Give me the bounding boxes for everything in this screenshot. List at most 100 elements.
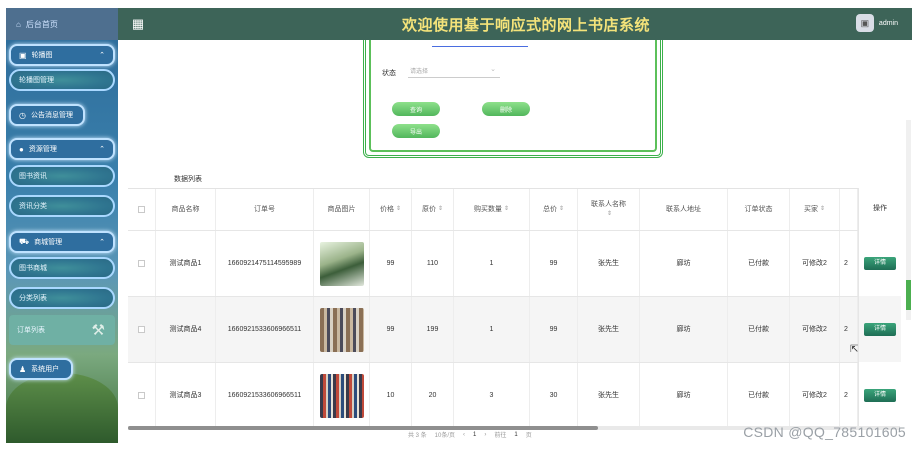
quantity: 1 xyxy=(454,297,530,362)
price: 99 xyxy=(370,297,412,362)
total-price: 99 xyxy=(530,297,578,362)
sort-icon[interactable]: ⇕ xyxy=(438,205,443,213)
column-header-price[interactable]: 价格 ⇕ xyxy=(370,189,412,230)
order-status: 已付款 xyxy=(728,231,790,296)
sidebar-item-carousel[interactable]: ▣ 轮播图 ⌃ xyxy=(9,44,115,66)
column-header-total[interactable]: 总价 ⇕ xyxy=(530,189,578,230)
sidebar-item-mall[interactable]: ⛟ 商城管理 ⌃ xyxy=(9,231,115,253)
user-name: admin xyxy=(878,19,898,27)
sidebar-item-carousel-manage[interactable]: 轮播图管理 xyxy=(9,69,115,91)
sidebar-item-notice[interactable]: ◷ 公告消息管理 xyxy=(9,104,85,126)
column-header-label: 总价 xyxy=(542,205,557,213)
book-pile-image xyxy=(319,307,364,352)
row-checkbox[interactable] xyxy=(128,297,156,362)
row-checkbox[interactable] xyxy=(128,363,156,428)
prev-page-icon[interactable]: ‹ xyxy=(463,432,465,438)
sidebar: ▣ 轮播图 ⌃ 轮播图管理 ◷ 公告消息管理 ● 资源管理 ⌃ 图书资讯 资讯分… xyxy=(6,40,118,443)
sidebar-item-label: 轮播图 xyxy=(31,52,53,59)
column-header-label: 联系人名称 xyxy=(591,201,626,209)
contact-address: 廊坊 xyxy=(640,363,728,428)
column-header: 商品图片 xyxy=(314,189,370,230)
page-unit: 页 xyxy=(525,433,532,439)
table-row: 测试商品3 1660921533606966511 10 20 3 30 张先生… xyxy=(128,363,900,429)
extra-value: 2 xyxy=(840,363,858,428)
order-number: 1660921475114595989 xyxy=(216,231,314,296)
sidebar-item-order-list[interactable]: 订单列表 ⚒ xyxy=(9,315,115,345)
select-all-checkbox[interactable] xyxy=(128,189,156,230)
goto-input[interactable]: 1 xyxy=(514,432,517,438)
column-header-qty[interactable]: 购买数量 ⇕ xyxy=(454,189,530,230)
home-link[interactable]: ⌂ 后台首页 xyxy=(6,8,118,40)
sidebar-item-label: 分类列表 xyxy=(19,295,47,302)
sidebar-item-category-list[interactable]: 分类列表 xyxy=(9,287,115,309)
status-select[interactable]: 请选择 ⌄ xyxy=(408,63,500,78)
goto-label: 前往 xyxy=(494,433,507,439)
operation-cell: 详情 xyxy=(859,230,901,296)
current-page[interactable]: 1 xyxy=(473,432,476,438)
sidebar-item-label: 公告消息管理 xyxy=(30,112,73,119)
query-button[interactable]: 查询 xyxy=(392,102,440,116)
detail-button[interactable]: 详情 xyxy=(864,256,896,270)
sidebar-item-system-users[interactable]: ♟ 系统用户 xyxy=(9,358,73,380)
sort-icon[interactable]: ⇕ xyxy=(396,205,401,213)
user-menu[interactable]: ▣ admin xyxy=(855,14,898,32)
column-header-label: 原价 xyxy=(421,205,436,213)
clock-icon: ◷ xyxy=(19,110,26,120)
column-header: 订单号 xyxy=(216,189,314,230)
chevron-up-icon: ⌃ xyxy=(99,239,105,246)
orders-table: 商品名称 订单号 商品图片 价格 ⇕ 原价 ⇕ 购买数量 ⇕ 总价 ⇕ 联系人名称 ⇕ 联… xyxy=(128,188,900,429)
order-number: 1660921533606966511 xyxy=(216,297,314,362)
row-checkbox[interactable] xyxy=(128,231,156,296)
price: 99 xyxy=(370,231,412,296)
export-button[interactable]: 导出 xyxy=(392,124,440,138)
order-number: 1660921533606966511 xyxy=(216,363,314,428)
sort-icon[interactable]: ⇕ xyxy=(559,205,564,213)
column-header-original[interactable]: 原价 ⇕ xyxy=(412,189,454,230)
product-image[interactable] xyxy=(314,297,370,362)
sidebar-item-resources[interactable]: ● 资源管理 ⌃ xyxy=(9,138,115,160)
sidebar-item-book-news[interactable]: 图书资讯 xyxy=(9,165,115,187)
pin-icon: ● xyxy=(19,144,24,154)
price: 10 xyxy=(370,363,412,428)
column-header-label: 买家 xyxy=(803,205,818,213)
operation-cell: 详情 xyxy=(859,362,901,428)
sort-icon[interactable]: ⇕ xyxy=(607,210,612,218)
sort-icon[interactable]: ⇕ xyxy=(820,205,825,213)
bookshelf-image xyxy=(319,373,364,418)
vertical-scrollbar[interactable] xyxy=(906,120,911,320)
product-image[interactable] xyxy=(314,363,370,428)
sidebar-item-label: 资源管理 xyxy=(28,146,57,153)
chevron-down-icon: ⌄ xyxy=(490,66,496,73)
grid-menu-icon[interactable]: ▦ xyxy=(130,16,146,32)
chevron-up-icon: ⌃ xyxy=(99,52,105,59)
sidebar-item-label: 轮播图管理 xyxy=(19,77,54,84)
search-panel: 状态 请选择 ⌄ 查询 删除 导出 xyxy=(363,40,663,158)
order-status: 已付款 xyxy=(728,297,790,362)
status-placeholder: 请选择 xyxy=(410,69,429,75)
sidebar-item-label: 订单列表 xyxy=(17,327,45,334)
home-label: 后台首页 xyxy=(25,19,58,29)
delete-button[interactable]: 删除 xyxy=(482,102,530,116)
original-price: 20 xyxy=(412,363,454,428)
operation-column: 操作 详情 详情 详情 xyxy=(858,188,901,430)
product-image[interactable] xyxy=(314,231,370,296)
page-size-select[interactable]: 10条/页 xyxy=(435,430,455,439)
column-header-buyer[interactable]: 买家 ⇕ xyxy=(790,189,840,230)
detail-button[interactable]: 详情 xyxy=(864,322,896,336)
column-header: 联系人地址 xyxy=(640,189,728,230)
sort-icon[interactable]: ⇕ xyxy=(504,205,509,213)
sidebar-item-label: 资讯分类 xyxy=(19,203,47,210)
detail-button[interactable]: 详情 xyxy=(864,388,896,402)
sidebar-item-book-mall[interactable]: 图书商城 xyxy=(9,257,115,279)
column-header-contact[interactable]: 联系人名称 ⇕ xyxy=(578,189,640,230)
contact-address: 廊坊 xyxy=(640,231,728,296)
next-page-icon[interactable]: › xyxy=(484,432,486,438)
scrollbar-thumb[interactable] xyxy=(906,280,911,310)
table-header-row: 商品名称 订单号 商品图片 价格 ⇕ 原价 ⇕ 购买数量 ⇕ 总价 ⇕ 联系人名称 ⇕ 联… xyxy=(128,189,900,231)
product-name: 测试商品1 xyxy=(156,231,216,296)
contact-name-input[interactable] xyxy=(432,46,528,47)
original-price: 110 xyxy=(412,231,454,296)
sidebar-item-news-category[interactable]: 资讯分类 xyxy=(9,195,115,217)
original-price: 199 xyxy=(412,297,454,362)
contact-name: 张先生 xyxy=(578,297,640,362)
